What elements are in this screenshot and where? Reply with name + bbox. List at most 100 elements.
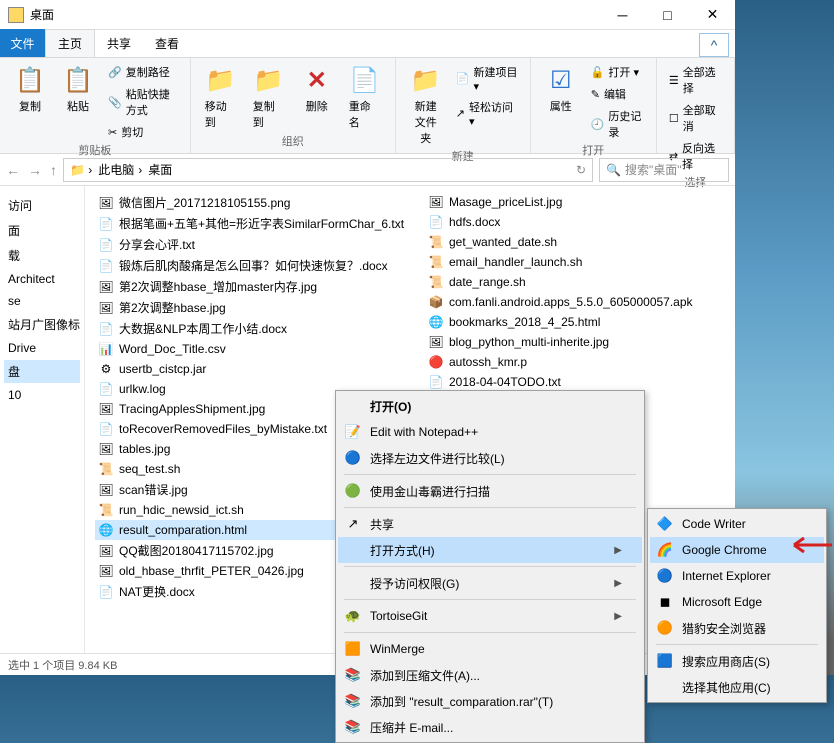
help-button[interactable]: ^ [699,33,729,57]
edit-button[interactable]: ✎编辑 [589,84,646,104]
close-button[interactable]: ✕ [690,0,735,30]
file-item[interactable]: 📄hdfs.docx [425,212,735,232]
easyaccess-button[interactable]: ↗轻松访问 ▾ [454,97,520,130]
tab-view[interactable]: 查看 [143,29,191,57]
refresh-icon[interactable]: ↻ [576,163,586,177]
selectall-button[interactable]: ☰全部选择 [667,62,724,98]
tab-home[interactable]: 主页 [45,29,95,57]
cut-button[interactable]: ✂剪切 [106,122,180,142]
path-seg-1[interactable]: 此电脑 › [98,161,142,178]
window-title: 桌面 [30,6,600,23]
nav-item[interactable]: Drive [4,338,80,358]
nav-up-icon[interactable]: ↑ [50,162,57,178]
menu-item-label: 打开方式(H) [370,542,435,559]
history-button[interactable]: 🕘历史记录 [589,106,646,142]
copyto-button[interactable]: 📁复制到 [249,62,289,132]
ribbon-group-new: 📁新建 文件夹 📄新建项目 ▾ ↗轻松访问 ▾ 新建 [396,58,531,153]
file-name: old_hbase_thrfit_PETER_0426.jpg [119,564,304,578]
search-input[interactable]: 🔍 搜索"桌面" [599,158,729,182]
pasteshortcut-button[interactable]: 📎粘贴快捷方式 [106,84,180,120]
menu-item[interactable]: 选择其他应用(C) [650,674,824,700]
nav-item[interactable]: 载 [4,244,80,267]
tab-file[interactable]: 文件 [0,29,45,57]
newitem-button[interactable]: 📄新建项目 ▾ [454,62,520,95]
menu-item[interactable]: 📝Edit with Notepad++ [338,419,642,445]
file-item[interactable]: 📄根据笔画+五笔+其他=形近字表SimilarFormChar_6.txt [95,213,405,234]
paste-button[interactable]: 📋粘贴 [58,62,98,116]
menu-item-icon: 🟦 [656,652,674,670]
file-item[interactable]: 📜get_wanted_date.sh [425,232,735,252]
nav-item[interactable]: 10 [4,385,80,405]
file-item[interactable]: 📜email_handler_launch.sh [425,252,735,272]
delete-button[interactable]: ✕删除 [297,62,337,116]
file-item[interactable]: 📄锻炼后肌肉酸痛是怎么回事？如何快速恢复？.docx [95,255,405,276]
file-icon: 📄 [98,421,114,437]
nav-pane: 访问面载Architectse站月广图像标签1Drive盘10 [0,186,85,653]
file-name: 第2次调整hbase.jpg [119,299,226,316]
menu-item-icon: 🔵 [656,567,674,585]
file-item[interactable]: 📦com.fanli.android.apps_5.5.0_605000057.… [425,292,735,312]
file-item[interactable]: 🖼Masage_priceList.jpg [425,192,735,212]
menu-item[interactable]: 🐢TortoiseGit▶ [338,603,642,629]
menu-item-icon: 🟠 [656,619,674,637]
menu-item[interactable]: 🔷Code Writer [650,511,824,537]
copy-button[interactable]: 📋复制 [10,62,50,116]
file-item[interactable]: 🌐bookmarks_2018_4_25.html [425,312,735,332]
nav-item[interactable]: 盘 [4,360,80,383]
selectnone-button[interactable]: ☐全部取消 [667,100,724,136]
file-item[interactable]: 🖼第2次调整hbase.jpg [95,297,405,318]
open-button[interactable]: 🔓打开 ▾ [589,62,646,82]
menu-separator [344,632,636,633]
menu-item[interactable]: 🟧WinMerge [338,636,642,662]
tab-share[interactable]: 共享 [95,29,143,57]
newfolder-button[interactable]: 📁新建 文件夹 [406,62,446,148]
file-item[interactable]: 🖼第2次调整hbase_增加master内存.jpg [95,276,405,297]
menu-item[interactable]: 🔵选择左边文件进行比较(L) [338,445,642,471]
file-item[interactable]: 📜date_range.sh [425,272,735,292]
menu-item[interactable]: 🔵 Internet Explorer [650,563,824,589]
file-item[interactable]: 🖼blog_python_multi-inherite.jpg [425,332,735,352]
rename-button[interactable]: 📄重命名 [345,62,385,132]
menu-item[interactable]: 🟠猎豹安全浏览器 [650,615,824,641]
menu-item[interactable]: 授予访问权限(G)▶ [338,570,642,596]
menu-item-label: Internet Explorer [682,569,771,583]
menu-item[interactable]: ◼Microsoft Edge [650,589,824,615]
file-item[interactable]: 📄2018-04-04TODO.txt [425,372,735,392]
nav-item[interactable]: Architect [4,269,80,289]
nav-back-icon[interactable]: ← [6,162,20,178]
file-item[interactable]: 📄分享会心评.txt [95,234,405,255]
file-item[interactable]: 🖼微信图片_20171218105155.png [95,192,405,213]
path-input[interactable]: 📁 › 此电脑 › 桌面 ↻ [63,158,593,182]
properties-button[interactable]: ☑属性 [541,62,581,116]
menu-item-icon: 🟢 [344,482,362,500]
menu-item[interactable]: 打开(O) [338,393,642,419]
menu-item[interactable]: ↗共享 [338,511,642,537]
file-name: 2018-04-04TODO.txt [449,375,561,389]
nav-item[interactable]: 访问 [4,194,80,217]
maximize-button[interactable]: □ [645,0,690,30]
nav-item[interactable]: 站月广图像标签1 [4,313,80,336]
file-name: urlkw.log [119,382,166,396]
nav-item[interactable]: se [4,291,80,311]
file-item[interactable]: 📄大数据&NLP本周工作小结.docx [95,318,405,339]
file-item[interactable]: 📊Word_Doc_Title.csv [95,339,405,359]
nav-fwd-icon[interactable]: → [28,162,42,178]
menu-item[interactable]: 📚压缩并 E-mail... [338,714,642,740]
file-icon: ⚙ [98,361,114,377]
menu-item-icon [344,574,362,592]
path-seg-2[interactable]: 桌面 [148,161,172,178]
file-name: result_comparation.html [119,523,247,537]
copypath-button[interactable]: 🔗复制路径 [106,62,180,82]
moveto-button[interactable]: 📁移动到 [201,62,241,132]
menu-item[interactable]: 打开方式(H)▶ [338,537,642,563]
nav-item[interactable]: 面 [4,219,80,242]
menu-item[interactable]: 📚添加到 "result_comparation.rar"(T) [338,688,642,714]
file-item[interactable]: 🔴autossh_kmr.p [425,352,735,372]
menu-item[interactable]: 📚添加到压缩文件(A)... [338,662,642,688]
menu-item[interactable]: 🟦搜索应用商店(S) [650,648,824,674]
file-item[interactable]: ⚙usertb_cistcp.jar [95,359,405,379]
menu-item[interactable]: 🟢使用金山毒霸进行扫描 [338,478,642,504]
minimize-button[interactable]: ─ [600,0,645,30]
menu-separator [344,507,636,508]
menu-item-icon: 🔵 [344,449,362,467]
